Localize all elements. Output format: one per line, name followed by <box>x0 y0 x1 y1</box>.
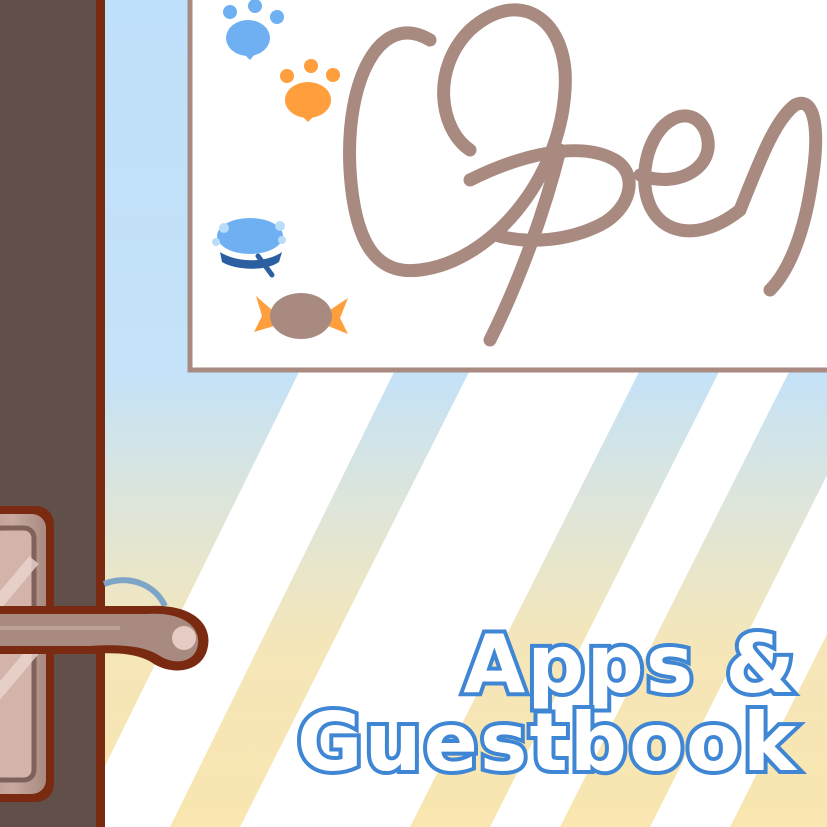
title-line-guestbook: Guestbook <box>293 696 800 790</box>
open-sign-scene: Apps & Guestbook <box>0 0 827 827</box>
page-title: Apps & Guestbook <box>293 618 800 790</box>
title-line-apps: Apps & <box>459 618 799 711</box>
